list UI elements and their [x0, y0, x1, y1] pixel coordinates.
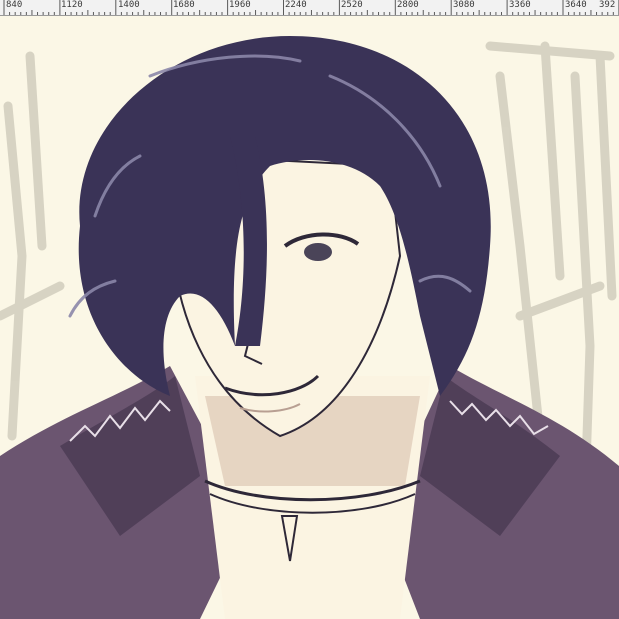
right-eye [304, 243, 332, 261]
ruler-label: 840 [6, 0, 23, 10]
ruler-label: 2520 [341, 0, 363, 10]
ruler-label: 3360 [509, 0, 531, 10]
ruler-label: 2800 [397, 0, 419, 10]
drawing-canvas[interactable] [0, 16, 619, 619]
ruler-label: 1680 [173, 0, 195, 10]
horizontal-ruler[interactable]: 840 1120 1400 1680 1960 2240 2520 2800 3… [0, 0, 619, 16]
portrait-artwork [0, 16, 619, 619]
ruler-label: 2240 [285, 0, 307, 10]
ruler-label: 1960 [229, 0, 251, 10]
ruler-label: 392 [599, 0, 616, 10]
drawing-app: 840 1120 1400 1680 1960 2240 2520 2800 3… [0, 0, 619, 619]
ruler-label: 1120 [61, 0, 83, 10]
ruler-label: 3640 [565, 0, 587, 10]
ruler-label: 3080 [453, 0, 475, 10]
ruler-label: 1400 [118, 0, 140, 10]
